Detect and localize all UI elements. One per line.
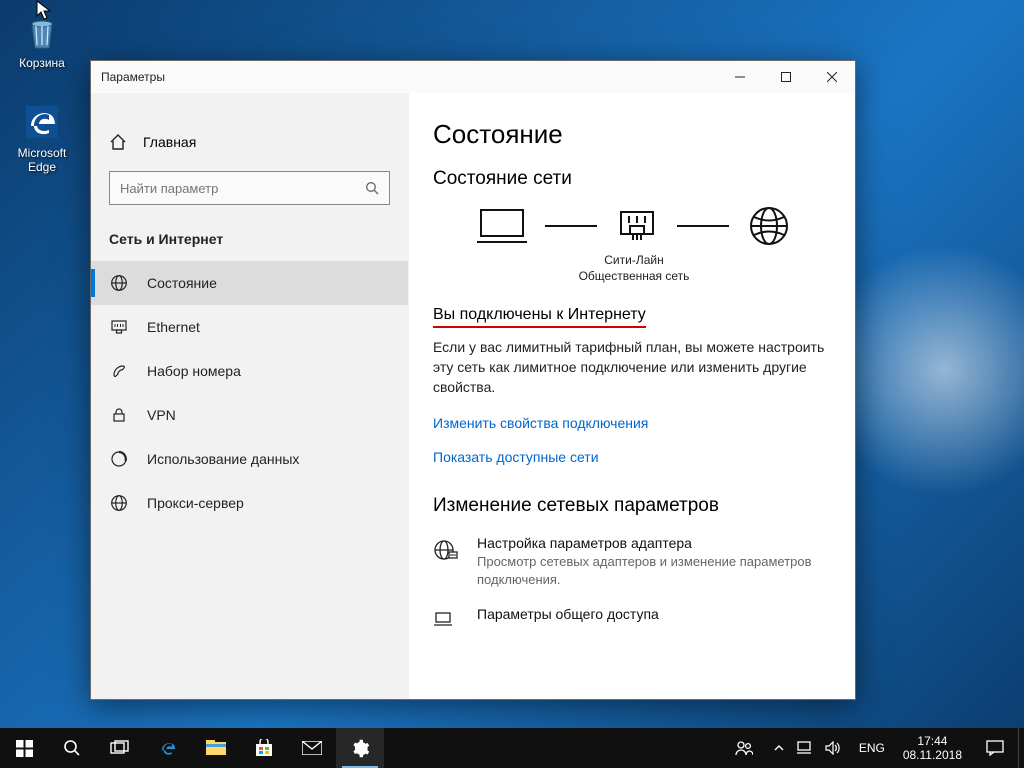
proxy-icon <box>109 493 129 513</box>
taskbar-taskview[interactable] <box>96 728 144 768</box>
sidebar-item-label: Использование данных <box>147 451 299 467</box>
option-sharing-settings[interactable]: Параметры общего доступа <box>433 606 835 634</box>
sidebar-item-vpn[interactable]: VPN <box>91 393 408 437</box>
close-button[interactable] <box>809 61 855 93</box>
sidebar-home-label: Главная <box>143 134 196 150</box>
home-icon <box>109 133 127 151</box>
connection-line <box>677 225 729 227</box>
internet-globe-icon <box>747 204 791 248</box>
link-change-connection-props[interactable]: Изменить свойства подключения <box>433 415 835 431</box>
taskbar-explorer[interactable] <box>192 728 240 768</box>
connected-description: Если у вас лимитный тарифный план, вы мо… <box>433 338 833 397</box>
data-usage-icon <box>109 449 129 469</box>
show-desktop-button[interactable] <box>1018 728 1024 768</box>
sidebar-item-dialup[interactable]: Набор номера <box>91 349 408 393</box>
option-title: Параметры общего доступа <box>477 606 659 622</box>
computer-icon <box>477 204 527 248</box>
desktop-icon-edge[interactable]: Microsoft Edge <box>4 102 80 174</box>
tray-volume-icon <box>825 741 841 755</box>
link-show-networks[interactable]: Показать доступные сети <box>433 449 835 465</box>
clock-date: 08.11.2018 <box>903 748 962 762</box>
taskbar-settings[interactable] <box>336 728 384 768</box>
mouse-cursor <box>36 0 54 22</box>
edge-icon <box>22 102 62 142</box>
tray-icons[interactable] <box>763 728 851 768</box>
globe-icon <box>109 273 129 293</box>
window-title: Параметры <box>101 70 165 84</box>
tray-language-label: ENG <box>859 741 885 755</box>
taskbar: ENG 17:44 08.11.2018 <box>0 728 1024 768</box>
settings-window: Параметры Главная <box>90 60 856 700</box>
tray-network-icon <box>797 741 813 755</box>
sidebar-item-status[interactable]: Состояние <box>91 261 408 305</box>
sidebar-home[interactable]: Главная <box>91 123 408 161</box>
ethernet-icon <box>109 317 129 337</box>
ethernet-port-icon <box>615 206 659 246</box>
page-title: Состояние <box>433 119 835 150</box>
sidebar-item-label: Ethernet <box>147 319 200 335</box>
network-diagram <box>433 204 835 248</box>
taskbar-clock[interactable]: 17:44 08.11.2018 <box>893 734 972 763</box>
sidebar-item-ethernet[interactable]: Ethernet <box>91 305 408 349</box>
sidebar-item-proxy[interactable]: Прокси-сервер <box>91 481 408 525</box>
content-pane: Состояние Состояние сети Сити-Лайн <box>409 93 855 699</box>
vpn-icon <box>109 405 129 425</box>
taskbar-edge[interactable] <box>144 728 192 768</box>
option-title: Настройка параметров адаптера <box>477 535 817 551</box>
taskbar-search[interactable] <box>48 728 96 768</box>
desktop-icon-label: Microsoft Edge <box>18 146 67 174</box>
sidebar-item-label: VPN <box>147 407 176 423</box>
connected-title: Вы подключены к Интернету <box>433 306 835 328</box>
search-box[interactable] <box>109 171 390 205</box>
taskbar-mail[interactable] <box>288 728 336 768</box>
maximize-button[interactable] <box>763 61 809 93</box>
section-change-network-settings: Изменение сетевых параметров <box>433 495 835 517</box>
network-name: Сити-Лайн <box>433 252 835 268</box>
tray-language[interactable]: ENG <box>851 728 893 768</box>
dialup-icon <box>109 361 129 381</box>
sidebar-item-data-usage[interactable]: Использование данных <box>91 437 408 481</box>
action-center-button[interactable] <box>972 728 1018 768</box>
minimize-button[interactable] <box>717 61 763 93</box>
sidebar-item-label: Набор номера <box>147 363 241 379</box>
network-label: Сити-Лайн Общественная сеть <box>433 252 835 284</box>
tray-chevron-up-icon <box>773 742 785 754</box>
clock-time: 17:44 <box>903 734 962 748</box>
search-icon <box>365 181 379 195</box>
start-button[interactable] <box>0 728 48 768</box>
option-adapter-settings[interactable]: Настройка параметров адаптера Просмотр с… <box>433 535 835 588</box>
sidebar: Главная Сеть и Интернет Состояние Et <box>91 93 409 699</box>
section-network-status: Состояние сети <box>433 168 835 190</box>
sharing-settings-icon <box>433 606 461 634</box>
titlebar[interactable]: Параметры <box>91 61 855 93</box>
taskbar-store[interactable] <box>240 728 288 768</box>
search-input[interactable] <box>120 181 365 196</box>
connection-line <box>545 225 597 227</box>
adapter-settings-icon <box>433 535 461 588</box>
tray-people[interactable] <box>725 728 763 768</box>
sidebar-item-label: Состояние <box>147 275 217 291</box>
sidebar-category: Сеть и Интернет <box>91 223 408 261</box>
network-type: Общественная сеть <box>433 268 835 284</box>
desktop-icon-label: Корзина <box>19 56 65 70</box>
option-description: Просмотр сетевых адаптеров и изменение п… <box>477 553 817 588</box>
sidebar-item-label: Прокси-сервер <box>147 495 244 511</box>
